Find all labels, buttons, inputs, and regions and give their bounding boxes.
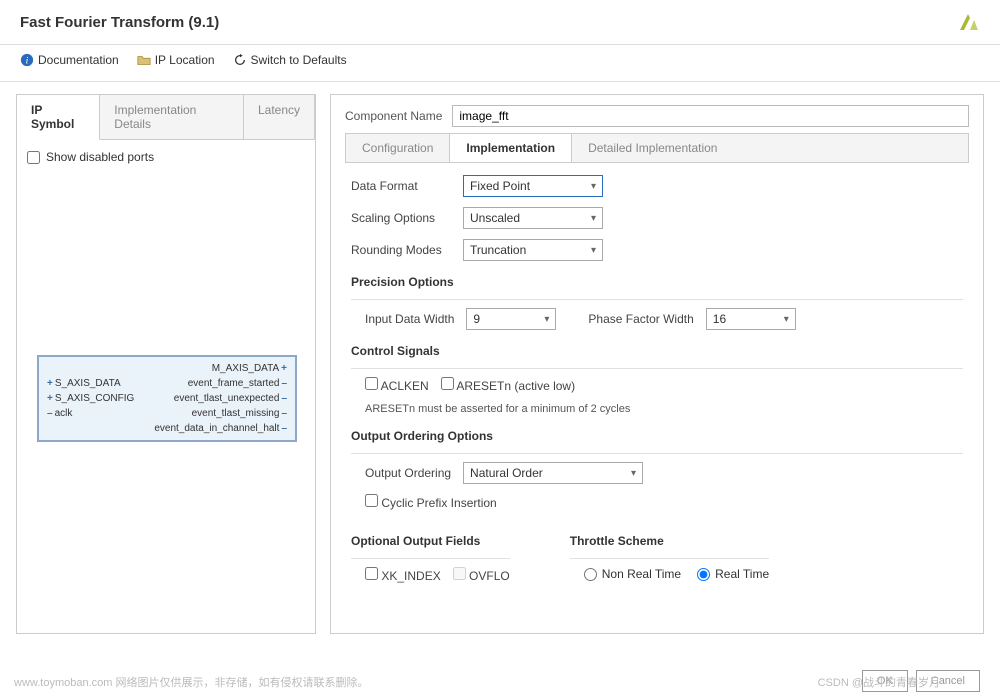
info-icon: i <box>20 53 34 67</box>
precision-options-title: Precision Options <box>351 275 963 289</box>
chevron-down-icon: ▾ <box>784 314 789 325</box>
show-disabled-ports-label: Show disabled ports <box>46 150 154 164</box>
tab-detailed-implementation[interactable]: Detailed Implementation <box>572 134 733 162</box>
page-title: Fast Fourier Transform (9.1) <box>20 14 219 31</box>
output-ordering-title: Output Ordering Options <box>351 429 963 443</box>
phase-factor-width-select[interactable]: 16▾ <box>706 308 796 330</box>
refresh-icon <box>233 53 247 67</box>
show-disabled-ports-checkbox[interactable] <box>27 151 40 164</box>
ovflo-checkbox <box>453 567 466 580</box>
left-panel: IP Symbol Implementation Details Latency… <box>16 94 316 634</box>
rounding-modes-select[interactable]: Truncation▾ <box>463 239 603 261</box>
optional-output-fields-title: Optional Output Fields <box>351 534 510 548</box>
data-format-label: Data Format <box>351 179 451 193</box>
component-name-input[interactable] <box>452 105 969 127</box>
throttle-scheme-title: Throttle Scheme <box>570 534 769 548</box>
vendor-logo-icon <box>956 10 980 34</box>
chevron-down-icon: ▾ <box>631 468 636 479</box>
aclken-checkbox[interactable] <box>365 377 378 390</box>
real-time-radio[interactable] <box>697 568 710 581</box>
data-format-select[interactable]: Fixed Point▾ <box>463 175 603 197</box>
ip-symbol-block: M_AXIS_DATA+ +S_AXIS_DATAevent_frame_sta… <box>37 355 297 442</box>
tab-latency[interactable]: Latency <box>244 95 315 139</box>
component-name-label: Component Name <box>345 109 442 123</box>
phase-factor-width-label: Phase Factor Width <box>588 312 693 326</box>
documentation-link[interactable]: i Documentation <box>20 53 119 67</box>
right-panel: Component Name Configuration Implementat… <box>330 94 984 634</box>
chevron-down-icon: ▾ <box>591 213 596 224</box>
folder-icon <box>137 53 151 67</box>
tab-configuration[interactable]: Configuration <box>346 134 449 162</box>
ip-location-link[interactable]: IP Location <box>137 53 215 67</box>
control-signals-title: Control Signals <box>351 344 963 358</box>
tab-implementation-details[interactable]: Implementation Details <box>100 95 244 139</box>
chevron-down-icon: ▾ <box>544 314 549 325</box>
scaling-options-select[interactable]: Unscaled▾ <box>463 207 603 229</box>
aresetn-note: ARESETn must be asserted for a minimum o… <box>365 403 963 415</box>
watermark-right: CSDN @战斗的青春岁月 <box>818 674 940 690</box>
xk-index-checkbox[interactable] <box>365 567 378 580</box>
chevron-down-icon: ▾ <box>591 181 596 192</box>
watermark-left: www.toymoban.com 网络图片仅供展示，非存储，如有侵权请联系删除。 <box>14 674 368 690</box>
chevron-down-icon: ▾ <box>591 245 596 256</box>
output-ordering-select[interactable]: Natural Order▾ <box>463 462 643 484</box>
rounding-modes-label: Rounding Modes <box>351 243 451 257</box>
output-ordering-label: Output Ordering <box>365 466 451 480</box>
input-data-width-label: Input Data Width <box>365 312 454 326</box>
cyclic-prefix-checkbox[interactable] <box>365 494 378 507</box>
aresetn-checkbox[interactable] <box>441 377 454 390</box>
tab-implementation[interactable]: Implementation <box>449 134 572 162</box>
input-data-width-select[interactable]: 9▾ <box>466 308 556 330</box>
non-real-time-radio[interactable] <box>584 568 597 581</box>
tab-ip-symbol[interactable]: IP Symbol <box>17 95 100 140</box>
scaling-options-label: Scaling Options <box>351 211 451 225</box>
svg-text:i: i <box>26 56 29 67</box>
switch-defaults-link[interactable]: Switch to Defaults <box>233 53 347 67</box>
